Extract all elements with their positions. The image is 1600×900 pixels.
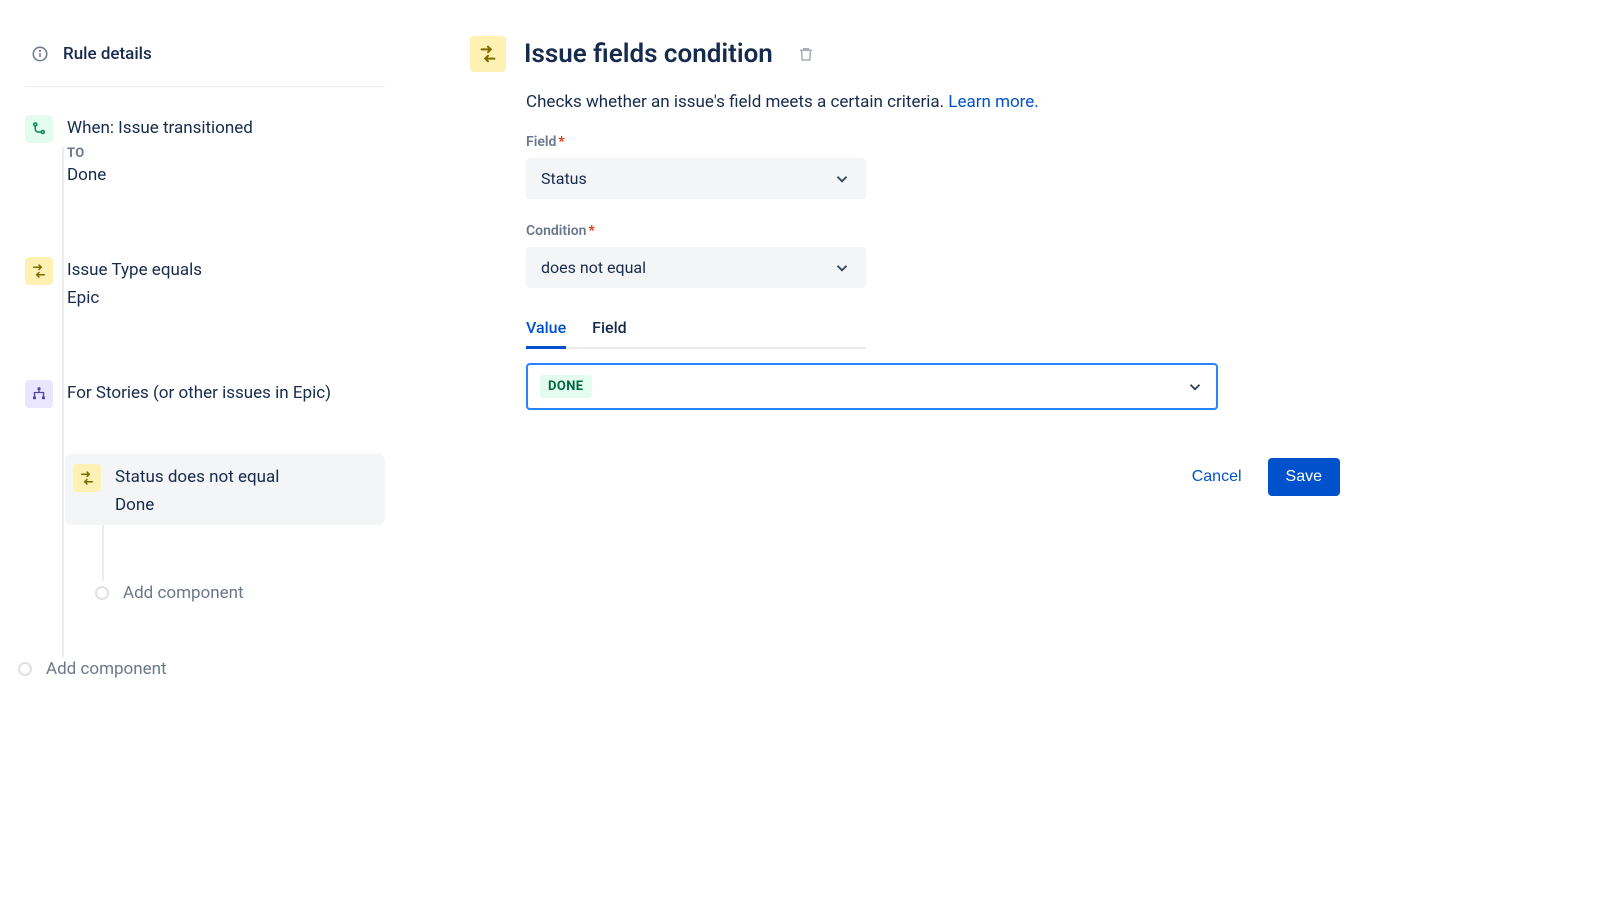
value-field-tabs: Value Field [526,312,866,349]
trigger-title: When: Issue transitioned [67,117,253,140]
chevron-down-icon [833,259,851,277]
branch-icon [25,380,53,408]
page-title: Issue fields condition [524,39,773,69]
condition-status-title: Status does not equal [115,466,279,489]
learn-more-link[interactable]: Learn more. [948,92,1039,112]
trigger-node[interactable]: When: Issue transitioned TO Done [25,105,385,195]
chevron-down-icon [1186,378,1204,396]
condition-icon [73,464,101,492]
rule-sidebar: Rule details When: Issue transitioned TO… [0,0,410,900]
header-condition-icon [470,36,506,72]
trigger-icon [25,115,53,143]
tab-value[interactable]: Value [526,312,566,347]
branch-title: For Stories (or other issues in Epic) [67,382,331,405]
add-component-label: Add component [123,583,244,603]
condition-select[interactable]: does not equal [526,247,866,288]
condition-label: Condition [526,223,587,239]
status-lozenge-done: DONE [540,375,592,398]
condition-title: Issue Type equals [67,259,202,282]
main-panel: Issue fields condition Checks whether an… [410,0,1600,900]
condition-icon [25,257,53,285]
add-component-root[interactable]: Add component [25,651,385,687]
page-description: Checks whether an issue's field meets a … [526,92,1340,112]
cancel-button[interactable]: Cancel [1184,458,1250,496]
delete-button[interactable] [797,45,815,63]
condition-node-status[interactable]: Status does not equal Done [65,454,385,525]
condition-select-value: does not equal [541,258,646,277]
branch-node[interactable]: For Stories (or other issues in Epic) [25,370,385,418]
add-component-label: Add component [46,659,167,679]
condition-node-issuetype[interactable]: Issue Type equals Epic [25,247,385,318]
tab-field[interactable]: Field [592,312,627,347]
rule-tree: When: Issue transitioned TO Done Issue T… [25,87,385,687]
rule-details-link[interactable]: Rule details [25,44,385,87]
add-dot-icon [18,662,32,676]
trigger-sublabel: TO [67,146,253,161]
field-label: Field [526,134,556,150]
value-multiselect[interactable]: DONE [526,363,1218,410]
add-dot-icon [95,586,109,600]
condition-status-value: Done [115,495,279,515]
add-component-branch[interactable]: Add component [65,575,385,611]
chevron-down-icon [833,170,851,188]
condition-value: Epic [67,288,202,308]
rule-details-label: Rule details [63,44,152,64]
field-select[interactable]: Status [526,158,866,199]
info-icon [31,45,49,63]
field-select-value: Status [541,169,587,188]
save-button[interactable]: Save [1268,458,1340,496]
trigger-value: Done [67,165,253,185]
